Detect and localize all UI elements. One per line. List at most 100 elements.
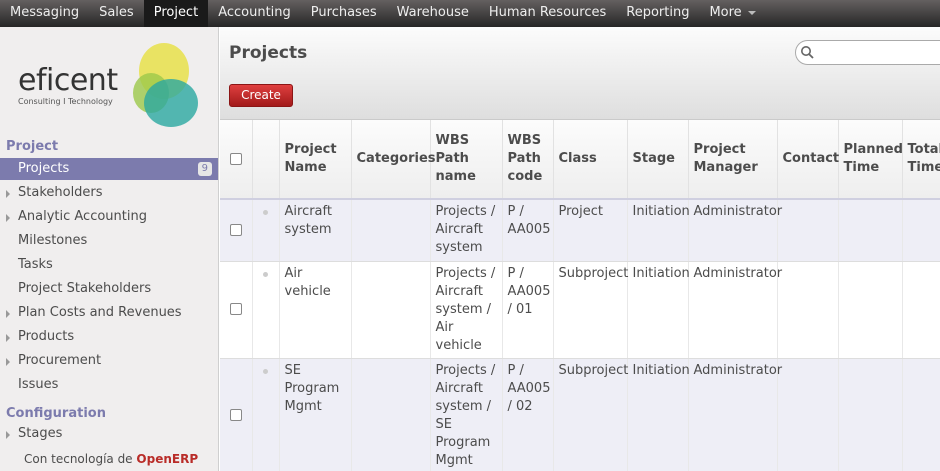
expand-triangle-icon[interactable] — [6, 334, 10, 342]
row-select-cell — [220, 358, 253, 471]
expand-triangle-icon[interactable] — [6, 214, 10, 222]
row-checkbox[interactable] — [229, 409, 242, 421]
cell-total-time — [902, 199, 940, 262]
sidebar-item-tasks[interactable]: Tasks — [0, 254, 218, 276]
company-logo[interactable]: eficent Consulting I Technology — [16, 41, 206, 141]
menu-reporting[interactable]: Reporting — [616, 0, 699, 27]
cell-class: Subproject — [553, 358, 628, 471]
menu-more-label: More — [709, 5, 742, 20]
column-header-project-name[interactable]: Project Name — [279, 120, 352, 200]
sidebar: eficent Consulting I Technology Project … — [0, 27, 219, 471]
column-header-contact[interactable]: Contact — [777, 120, 839, 200]
cell-stage: Initiation — [627, 358, 690, 471]
menu-purchases[interactable]: Purchases — [301, 0, 387, 27]
cell-planned-time — [838, 358, 903, 471]
cell-project-name: Aircraft system — [279, 199, 352, 262]
cell-class: Subproject — [553, 261, 628, 359]
sidebar-item-stages[interactable]: Stages — [0, 423, 218, 445]
row-select-cell — [220, 199, 253, 262]
menu-project[interactable]: Project — [143, 0, 209, 27]
column-header-class[interactable]: Class — [553, 120, 628, 200]
column-header-wbs-path-code[interactable]: WBS Path code — [502, 120, 554, 200]
search-icon — [801, 46, 814, 59]
expand-triangle-icon[interactable] — [6, 190, 10, 198]
sidebar-item-procurement[interactable]: Procurement — [0, 350, 218, 372]
logo-circles-icon — [133, 43, 198, 127]
sidebar-item-label: Stakeholders — [18, 185, 103, 200]
menu-warehouse[interactable]: Warehouse — [387, 0, 479, 27]
sidebar-item-project-stakeholders[interactable]: Project Stakeholders — [0, 278, 218, 300]
sidebar-item-label: Products — [18, 329, 75, 344]
cell-class: Project — [553, 199, 628, 262]
sidebar-item-label: Projects — [18, 161, 70, 176]
cell-project-name: Air vehicle — [279, 261, 352, 359]
row-status-cell — [252, 358, 280, 471]
menu-more[interactable]: More — [699, 0, 765, 27]
column-header-total-time[interactable]: Total Time — [902, 120, 940, 200]
caret-down-icon — [747, 10, 756, 15]
menu-sales[interactable]: Sales — [89, 0, 144, 27]
view-header: Projects Create — [220, 27, 940, 120]
projects-count-badge: 9 — [197, 162, 212, 176]
cell-project-manager: Administrator — [688, 358, 782, 471]
select-all-checkbox[interactable] — [229, 152, 242, 165]
menu-human-resources[interactable]: Human Resources — [479, 0, 616, 27]
cell-wbs-path-name: Projects / Aircraft system — [430, 199, 503, 262]
sidebar-item-label: Issues — [18, 377, 59, 392]
sidebar-item-projects[interactable]: Projects 9 — [0, 158, 218, 180]
status-dot-icon — [263, 368, 268, 374]
row-checkbox[interactable] — [229, 303, 242, 315]
sidebar-item-issues[interactable]: Issues — [0, 374, 218, 396]
search-input[interactable] — [818, 44, 940, 62]
search-box[interactable] — [795, 40, 940, 65]
status-dot-icon — [263, 271, 268, 277]
cell-stage: Initiation — [627, 261, 690, 359]
column-header-project-manager[interactable]: Project Manager — [688, 120, 778, 200]
create-button[interactable]: Create — [229, 84, 293, 107]
cell-categories — [351, 358, 431, 471]
expand-triangle-icon[interactable] — [6, 431, 10, 439]
cell-project-manager: Administrator — [688, 199, 782, 262]
sidebar-item-label: Tasks — [18, 257, 53, 272]
column-header-stage[interactable]: Stage — [627, 120, 689, 200]
main-content: Projects Create Project Name Categories … — [220, 27, 940, 471]
section-project-title: Project — [6, 139, 59, 154]
sidebar-item-label: Stages — [18, 426, 63, 441]
menu-messaging[interactable]: Messaging — [0, 0, 89, 27]
sidebar-item-plan-costs[interactable]: Plan Costs and Revenues — [0, 302, 218, 324]
row-status-cell — [252, 261, 280, 359]
page-title: Projects — [229, 43, 308, 63]
cell-categories — [351, 261, 431, 359]
openerp-link[interactable]: OpenERP — [136, 452, 198, 466]
sidebar-item-milestones[interactable]: Milestones — [0, 230, 218, 252]
cell-contact — [777, 358, 839, 471]
status-dot-icon — [263, 210, 268, 215]
section-configuration-title: Configuration — [6, 406, 106, 421]
table-row[interactable]: Air vehicle Projects / Aircraft system /… — [220, 261, 940, 359]
cell-categories — [351, 199, 431, 262]
column-header-status — [252, 120, 280, 200]
row-checkbox[interactable] — [229, 223, 242, 236]
table-header-row: Project Name Categories WBS Path name WB… — [220, 120, 940, 200]
powered-by: Con tecnología de OpenERP — [24, 452, 198, 466]
cell-stage: Initiation — [627, 199, 690, 262]
sidebar-item-products[interactable]: Products — [0, 326, 218, 348]
column-header-planned-time[interactable]: Planned Time — [838, 120, 903, 200]
menu-accounting[interactable]: Accounting — [208, 0, 301, 27]
sidebar-item-label: Project Stakeholders — [18, 281, 152, 296]
expand-triangle-icon[interactable] — [6, 358, 10, 366]
expand-triangle-icon[interactable] — [6, 310, 10, 318]
sidebar-item-stakeholders[interactable]: Stakeholders — [0, 182, 218, 204]
column-header-wbs-path-name[interactable]: WBS Path name — [430, 120, 503, 200]
table-row[interactable]: SE Program Mgmt Projects / Aircraft syst… — [220, 358, 940, 471]
cell-wbs-path-code: P / AA005 / 02 — [502, 358, 554, 471]
sidebar-item-analytic-accounting[interactable]: Analytic Accounting — [0, 206, 218, 228]
cell-wbs-path-name: Projects / Aircraft system / Air vehicle — [430, 261, 503, 359]
cell-total-time — [902, 358, 940, 471]
table-row[interactable]: Aircraft system Projects / Aircraft syst… — [220, 199, 940, 262]
sidebar-item-label: Procurement — [18, 353, 102, 368]
column-header-categories[interactable]: Categories — [351, 120, 436, 200]
cell-project-name: SE Program Mgmt — [279, 358, 352, 471]
cell-wbs-path-name: Projects / Aircraft system / SE Program … — [430, 358, 503, 471]
row-status-cell — [252, 199, 280, 262]
